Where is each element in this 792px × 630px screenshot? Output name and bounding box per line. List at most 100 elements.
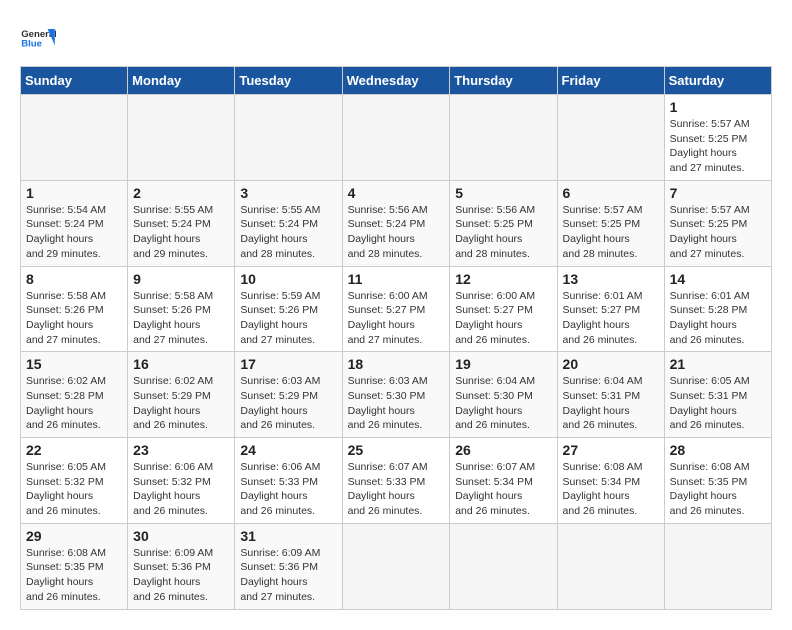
day-number: 1: [670, 99, 766, 115]
day-number: 22: [26, 442, 122, 458]
calendar-cell: 11 Sunrise: 6:00 AMSunset: 5:27 PMDayligh…: [342, 266, 450, 352]
calendar-cell: 3 Sunrise: 5:55 AMSunset: 5:24 PMDaylight…: [235, 180, 342, 266]
calendar-cell: [342, 95, 450, 181]
calendar-week-row: 29 Sunrise: 6:08 AMSunset: 5:35 PMDayligh…: [21, 523, 772, 609]
day-info: Sunrise: 5:57 AMSunset: 5:25 PMDaylight …: [670, 117, 766, 176]
calendar-cell: 8Sunrise: 5:58 AMSunset: 5:26 PMDaylight…: [21, 266, 128, 352]
column-header-friday: Friday: [557, 67, 664, 95]
calendar-week-row: 15Sunrise: 6:02 AMSunset: 5:28 PMDayligh…: [21, 352, 772, 438]
calendar-cell: 20Sunrise: 6:04 AMSunset: 5:31 PMDayligh…: [557, 352, 664, 438]
day-info: Sunrise: 5:54 AMSunset: 5:24 PMDaylight …: [26, 203, 122, 262]
day-info: Sunrise: 6:01 AMSunset: 5:28 PMDaylight …: [670, 289, 766, 348]
day-info: Sunrise: 5:57 AMSunset: 5:25 PMDaylight …: [563, 203, 659, 262]
day-info: Sunrise: 5:56 AMSunset: 5:25 PMDaylight …: [455, 203, 551, 262]
day-number: 23: [133, 442, 229, 458]
calendar-cell: 1 Sunrise: 5:54 AMSunset: 5:24 PMDaylight…: [21, 180, 128, 266]
day-number: 11: [348, 271, 445, 287]
calendar-cell: 1 Sunrise: 5:57 AMSunset: 5:25 PMDaylight…: [664, 95, 771, 181]
calendar-cell: [557, 523, 664, 609]
day-info: Sunrise: 6:05 AMSunset: 5:31 PMDaylight …: [670, 374, 766, 433]
day-info: Sunrise: 6:08 AMSunset: 5:35 PMDaylight …: [26, 546, 122, 605]
calendar-cell: 28Sunrise: 6:08 AMSunset: 5:35 PMDayligh…: [664, 438, 771, 524]
day-number: 26: [455, 442, 551, 458]
calendar-cell: [235, 95, 342, 181]
day-number: 16: [133, 356, 229, 372]
calendar-week-row: 22Sunrise: 6:05 AMSunset: 5:32 PMDayligh…: [21, 438, 772, 524]
calendar-cell: 16Sunrise: 6:02 AMSunset: 5:29 PMDayligh…: [128, 352, 235, 438]
calendar-table: SundayMondayTuesdayWednesdayThursdayFrid…: [20, 66, 772, 610]
calendar-cell: [342, 523, 450, 609]
calendar-cell: [450, 95, 557, 181]
day-info: Sunrise: 6:07 AMSunset: 5:34 PMDaylight …: [455, 460, 551, 519]
day-number: 10: [240, 271, 336, 287]
day-info: Sunrise: 5:55 AMSunset: 5:24 PMDaylight …: [133, 203, 229, 262]
day-info: Sunrise: 6:01 AMSunset: 5:27 PMDaylight …: [563, 289, 659, 348]
day-number: 21: [670, 356, 766, 372]
day-number: 24: [240, 442, 336, 458]
calendar-cell: 24 Sunrise: 6:06 AMSunset: 5:33 PMDayligh…: [235, 438, 342, 524]
logo-icon: General Blue: [20, 20, 56, 56]
calendar-cell: 19 Sunrise: 6:04 AMSunset: 5:30 PMDayligh…: [450, 352, 557, 438]
calendar-header-row: SundayMondayTuesdayWednesdayThursdayFrid…: [21, 67, 772, 95]
day-number: 3: [240, 185, 336, 201]
day-info: Sunrise: 6:06 AMSunset: 5:32 PMDaylight …: [133, 460, 229, 519]
calendar-cell: 21 Sunrise: 6:05 AMSunset: 5:31 PMDayligh…: [664, 352, 771, 438]
svg-text:Blue: Blue: [21, 38, 42, 49]
calendar-cell: 10Sunrise: 5:59 AMSunset: 5:26 PMDayligh…: [235, 266, 342, 352]
column-header-saturday: Saturday: [664, 67, 771, 95]
day-info: Sunrise: 6:04 AMSunset: 5:30 PMDaylight …: [455, 374, 551, 433]
logo: General Blue: [20, 20, 56, 56]
calendar-cell: 17Sunrise: 6:03 AMSunset: 5:29 PMDayligh…: [235, 352, 342, 438]
day-number: 5: [455, 185, 551, 201]
calendar-cell: 18 Sunrise: 6:03 AMSunset: 5:30 PMDayligh…: [342, 352, 450, 438]
calendar-cell: 7Sunrise: 5:57 AMSunset: 5:25 PMDaylight…: [664, 180, 771, 266]
day-info: Sunrise: 6:03 AMSunset: 5:30 PMDaylight …: [348, 374, 445, 433]
day-info: Sunrise: 6:00 AMSunset: 5:27 PMDaylight …: [455, 289, 551, 348]
day-number: 25: [348, 442, 445, 458]
day-number: 29: [26, 528, 122, 544]
calendar-cell: [664, 523, 771, 609]
calendar-cell: [557, 95, 664, 181]
calendar-cell: 23 Sunrise: 6:06 AMSunset: 5:32 PMDayligh…: [128, 438, 235, 524]
calendar-cell: 12Sunrise: 6:00 AMSunset: 5:27 PMDayligh…: [450, 266, 557, 352]
day-number: 18: [348, 356, 445, 372]
column-header-thursday: Thursday: [450, 67, 557, 95]
day-number: 20: [563, 356, 659, 372]
day-number: 9: [133, 271, 229, 287]
day-number: 2: [133, 185, 229, 201]
page-header: General Blue: [20, 20, 772, 56]
day-number: 1: [26, 185, 122, 201]
column-header-wednesday: Wednesday: [342, 67, 450, 95]
column-header-tuesday: Tuesday: [235, 67, 342, 95]
calendar-cell: [21, 95, 128, 181]
day-info: Sunrise: 6:06 AMSunset: 5:33 PMDaylight …: [240, 460, 336, 519]
day-info: Sunrise: 5:58 AMSunset: 5:26 PMDaylight …: [133, 289, 229, 348]
calendar-cell: 13 Sunrise: 6:01 AMSunset: 5:27 PMDayligh…: [557, 266, 664, 352]
calendar-cell: 2 Sunrise: 5:55 AMSunset: 5:24 PMDaylight…: [128, 180, 235, 266]
calendar-cell: 9 Sunrise: 5:58 AMSunset: 5:26 PMDaylight…: [128, 266, 235, 352]
calendar-cell: 6Sunrise: 5:57 AMSunset: 5:25 PMDaylight…: [557, 180, 664, 266]
day-info: Sunrise: 6:00 AMSunset: 5:27 PMDaylight …: [348, 289, 445, 348]
day-info: Sunrise: 6:09 AMSunset: 5:36 PMDaylight …: [133, 546, 229, 605]
day-info: Sunrise: 6:03 AMSunset: 5:29 PMDaylight …: [240, 374, 336, 433]
day-number: 14: [670, 271, 766, 287]
day-info: Sunrise: 6:07 AMSunset: 5:33 PMDaylight …: [348, 460, 445, 519]
calendar-cell: 31 Sunrise: 6:09 AMSunset: 5:36 PMDayligh…: [235, 523, 342, 609]
day-number: 31: [240, 528, 336, 544]
day-number: 27: [563, 442, 659, 458]
day-info: Sunrise: 5:56 AMSunset: 5:24 PMDaylight …: [348, 203, 445, 262]
day-number: 13: [563, 271, 659, 287]
calendar-cell: 25 Sunrise: 6:07 AMSunset: 5:33 PMDayligh…: [342, 438, 450, 524]
calendar-cell: 14 Sunrise: 6:01 AMSunset: 5:28 PMDayligh…: [664, 266, 771, 352]
day-number: 15: [26, 356, 122, 372]
day-info: Sunrise: 5:55 AMSunset: 5:24 PMDaylight …: [240, 203, 336, 262]
day-info: Sunrise: 6:09 AMSunset: 5:36 PMDaylight …: [240, 546, 336, 605]
calendar-cell: 29 Sunrise: 6:08 AMSunset: 5:35 PMDayligh…: [21, 523, 128, 609]
calendar-cell: 27Sunrise: 6:08 AMSunset: 5:34 PMDayligh…: [557, 438, 664, 524]
calendar-week-row: 1 Sunrise: 5:57 AMSunset: 5:25 PMDaylight…: [21, 95, 772, 181]
calendar-week-row: 1 Sunrise: 5:54 AMSunset: 5:24 PMDaylight…: [21, 180, 772, 266]
day-info: Sunrise: 5:57 AMSunset: 5:25 PMDaylight …: [670, 203, 766, 262]
day-number: 8: [26, 271, 122, 287]
day-number: 19: [455, 356, 551, 372]
calendar-cell: 15Sunrise: 6:02 AMSunset: 5:28 PMDayligh…: [21, 352, 128, 438]
